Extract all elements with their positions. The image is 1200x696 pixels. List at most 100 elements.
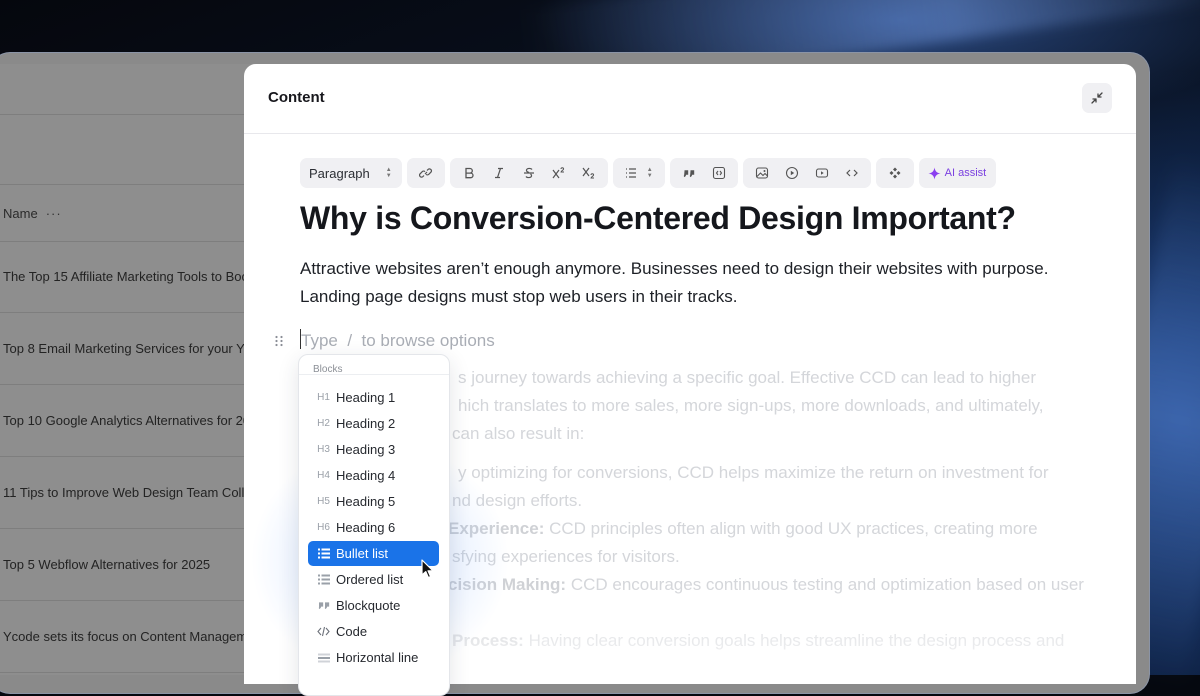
menu-item-ordered-list[interactable]: Ordered list (308, 567, 439, 592)
components-group (875, 158, 914, 188)
column-menu-icon[interactable]: ··· (46, 206, 62, 221)
menu-item-label: Bullet list (336, 546, 389, 561)
heading-1-icon: H1 (317, 392, 330, 403)
cms-table-background: Name ··· The Top 15 Affiliate Marketing … (0, 64, 260, 675)
menu-item-heading-6[interactable]: H6 Heading 6 (308, 515, 439, 540)
block-type-label: Paragraph (309, 165, 370, 181)
faded-line: s journey towards achieving a specific g… (458, 368, 1036, 387)
embed-icon (712, 166, 725, 180)
placeholder-slash: / (347, 331, 353, 350)
faded-line-bold: Experience: CCD principles often align w… (448, 515, 1038, 543)
image-icon (755, 167, 768, 179)
menu-item-bullet-list[interactable]: Bullet list (308, 541, 439, 566)
faded-line: nd design efforts. (452, 491, 583, 510)
updown-icon: ▲ ▼ (385, 167, 392, 179)
block-type-select[interactable]: Paragraph ▲ ▼ (300, 158, 402, 188)
link-button[interactable] (411, 158, 441, 188)
quote-button[interactable] (674, 158, 704, 188)
table-row[interactable]: Ycode sets its focus on Content Manageme… (0, 600, 260, 673)
document-heading[interactable]: Why is Conversion-Centered Design Import… (300, 200, 1016, 237)
quote-icon (683, 170, 694, 178)
block-type-dropdown[interactable]: Paragraph ▲ ▼ (304, 158, 398, 188)
faded-line: can also result in: (452, 424, 585, 443)
faded-line: sfying experiences for visitors. (452, 547, 680, 566)
heading-2-icon: H2 (317, 418, 330, 429)
link-icon (418, 168, 432, 178)
embed-button[interactable] (704, 158, 734, 188)
faded-bold-label: Process: (452, 631, 524, 650)
row-title: Ycode sets its focus on Content Manageme… (3, 628, 260, 644)
ai-assist-label: AI assist (944, 167, 987, 179)
row-title: 11 Tips to Improve Web Design Team Colla… (3, 484, 259, 500)
table-row[interactable]: The Top 15 Affiliate Marketing Tools to … (0, 240, 260, 313)
list-icon (625, 168, 636, 178)
menu-item-code[interactable]: Code (308, 619, 439, 644)
menu-item-heading-5[interactable]: H5 Heading 5 (308, 489, 439, 514)
italic-icon (494, 167, 503, 179)
ai-assist-button[interactable]: AI assist (918, 158, 997, 188)
code-icon (317, 626, 330, 637)
placeholder-type: Type (301, 331, 338, 350)
ordered-list-icon (317, 574, 330, 585)
bold-icon (465, 167, 474, 179)
insert-group (669, 158, 738, 188)
document-paragraph[interactable]: Attractive websites aren’t enough anymor… (300, 255, 1070, 311)
row-title: The Top 15 Affiliate Marketing Tools to … (3, 268, 259, 284)
menu-item-heading-4[interactable]: H4 Heading 4 (308, 463, 439, 488)
heading-5-icon: H5 (317, 496, 330, 507)
collapse-button[interactable] (1082, 83, 1112, 113)
editor-placeholder[interactable]: Type / to browse options (300, 329, 495, 351)
youtube-button[interactable] (807, 158, 837, 188)
superscript-button[interactable] (544, 158, 574, 188)
youtube-icon (815, 168, 828, 178)
editor-toolbar: Paragraph ▲ ▼ ▲ ▼ AI assist (300, 158, 997, 188)
drag-handle-icon[interactable] (274, 334, 284, 347)
strikethrough-button[interactable] (514, 158, 544, 188)
menu-item-label: Horizontal line (336, 650, 419, 665)
menu-item-blockquote[interactable]: Blockquote (308, 593, 439, 618)
bullet-list-icon (317, 548, 330, 559)
strikethrough-icon (523, 167, 534, 179)
link-group (406, 158, 445, 188)
row-title: Top 8 Email Marketing Services for your … (3, 340, 251, 356)
list-button[interactable]: ▲ ▼ (617, 158, 661, 188)
components-button[interactable] (880, 158, 910, 188)
faded-line: y optimizing for conversions, CCD helps … (458, 463, 1049, 482)
menu-item-horizontal-line[interactable]: Horizontal line (308, 645, 439, 670)
table-header[interactable]: Name ··· (0, 184, 260, 242)
menu-item-label: Heading 6 (336, 520, 396, 535)
menu-item-heading-3[interactable]: H3 Heading 3 (308, 437, 439, 462)
table-row[interactable]: Top 5 Webflow Alternatives for 2025 (0, 528, 260, 601)
faded-line-bold: Process: Having clear conversion goals h… (452, 627, 1064, 655)
heading-6-icon: H6 (317, 522, 330, 533)
table-row[interactable]: 11 Tips to Improve Web Design Team Colla… (0, 456, 260, 529)
italic-button[interactable] (484, 158, 514, 188)
image-button[interactable] (747, 158, 777, 188)
blockquote-icon (317, 601, 330, 611)
faded-line-bold: cision Making: CCD encourages continuous… (448, 571, 1084, 599)
subscript-button[interactable] (574, 158, 604, 188)
table-row[interactable]: Top 8 Email Marketing Services for your … (0, 312, 260, 385)
bold-button[interactable] (454, 158, 484, 188)
sparkle-icon (928, 166, 941, 180)
horizontal-line-icon (317, 653, 330, 663)
video-button[interactable] (777, 158, 807, 188)
table-row[interactable]: Top 10 Google Analytics Alternatives for… (0, 384, 260, 457)
faded-text: Having clear conversion goals helps stre… (528, 631, 1065, 650)
faded-line: hich translates to more sales, more sign… (458, 396, 1044, 415)
menu-item-heading-2[interactable]: H2 Heading 2 (308, 411, 439, 436)
menu-item-label: Code (336, 624, 368, 639)
superscript-icon (552, 167, 564, 179)
paragraph-line: Attractive websites aren’t enough anymor… (300, 259, 1049, 278)
heading-4-icon: H4 (317, 470, 330, 481)
menu-item-label: Heading 4 (336, 468, 396, 483)
faded-bold-label: cision Making: (448, 575, 567, 594)
code-button[interactable] (837, 158, 867, 188)
menu-item-heading-1[interactable]: H1 Heading 1 (308, 385, 439, 410)
menu-item-label: Heading 3 (336, 442, 396, 457)
collapse-icon (1091, 92, 1103, 104)
subscript-icon (582, 167, 594, 179)
code-icon (845, 169, 858, 177)
list-group: ▲ ▼ (612, 158, 665, 188)
menu-item-label: Ordered list (336, 572, 404, 587)
